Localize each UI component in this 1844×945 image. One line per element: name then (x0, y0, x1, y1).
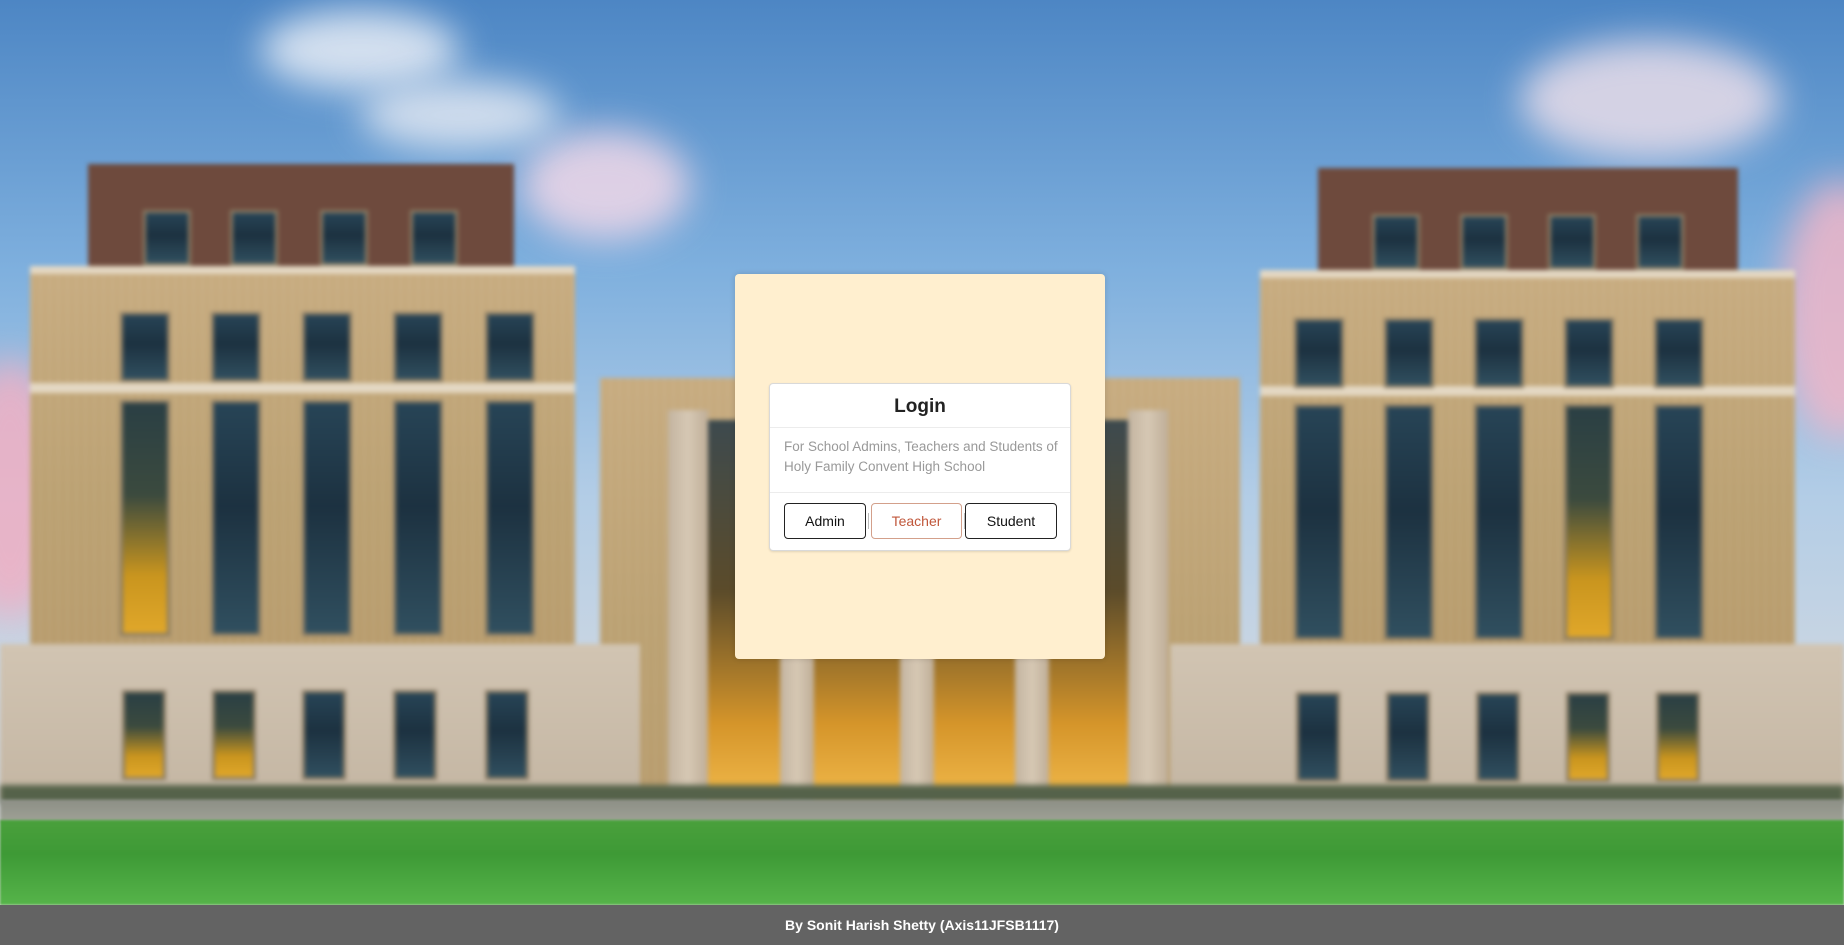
footer-credit: By Sonit Harish Shetty (Axis11JFSB1117) (785, 917, 1059, 933)
student-button[interactable]: Student (965, 503, 1057, 539)
login-description: For School Admins, Teachers and Students… (784, 439, 1058, 474)
cloud (520, 130, 690, 240)
lawn (0, 820, 1844, 905)
login-panel: Login For School Admins, Teachers and St… (735, 274, 1105, 659)
teacher-button[interactable]: Teacher (871, 503, 962, 539)
card-divider (770, 427, 1070, 428)
cloud (260, 10, 460, 90)
admin-button[interactable]: Admin (784, 503, 866, 539)
cloud (360, 80, 560, 150)
login-title: Login (894, 396, 946, 417)
card-divider (770, 492, 1070, 493)
walkway (0, 800, 1844, 822)
footer: By Sonit Harish Shetty (Axis11JFSB1117) (0, 905, 1844, 945)
cloud (1520, 40, 1780, 160)
button-separator (868, 513, 869, 529)
login-card: Login For School Admins, Teachers and St… (769, 383, 1071, 551)
